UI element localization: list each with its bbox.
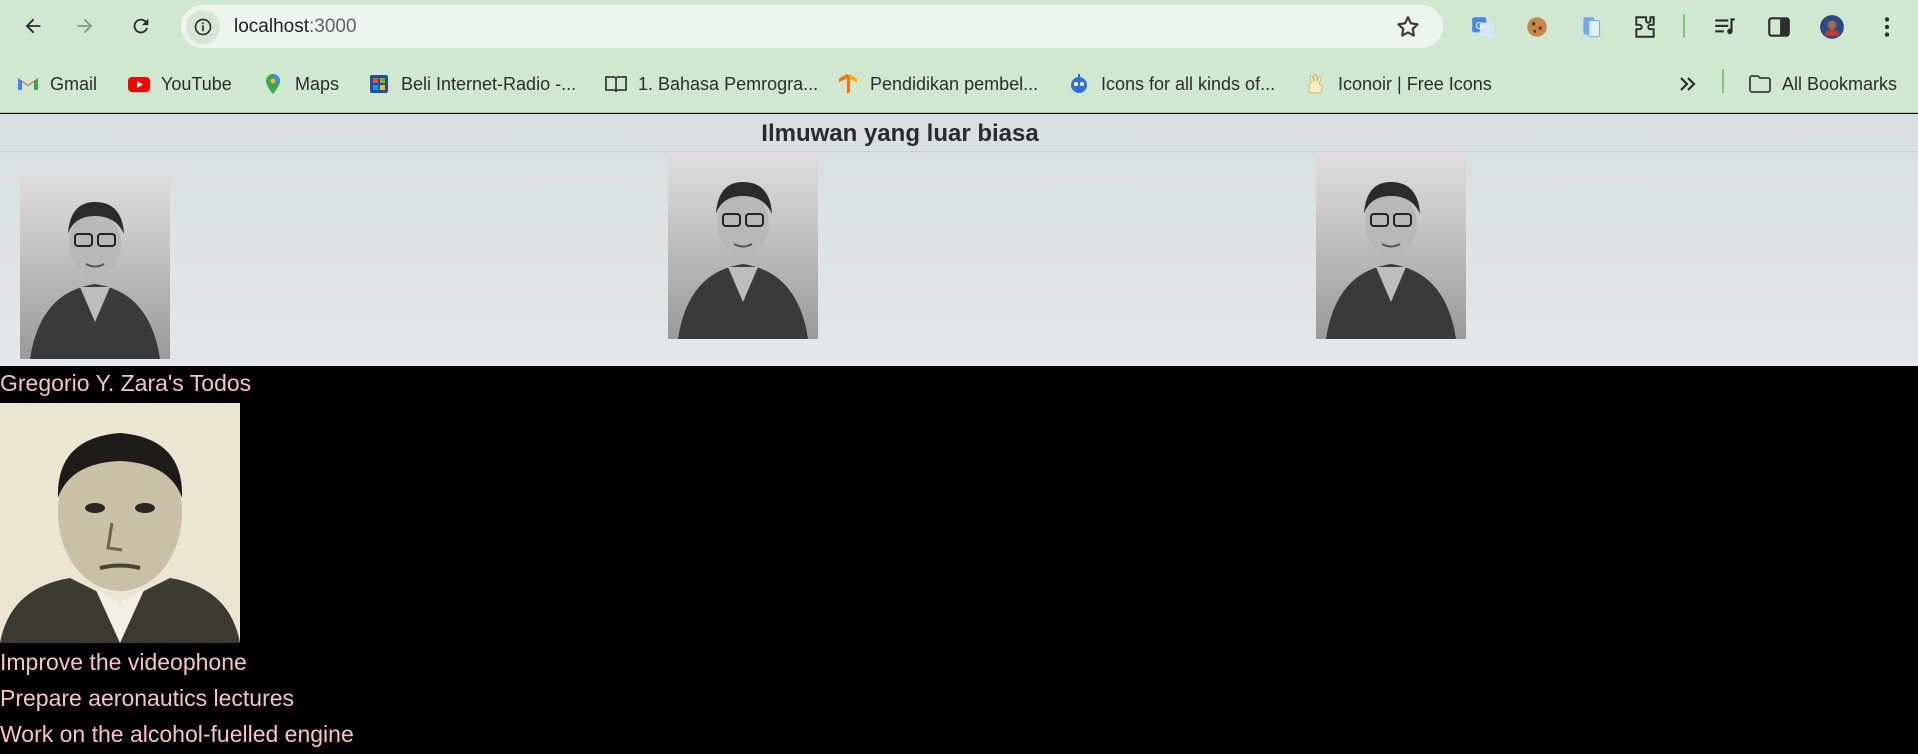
translate-icon: G [1472, 17, 1494, 37]
url-port: :3000 [309, 15, 357, 37]
gallery-section: Ilmuwan yang luar biasa [0, 114, 1918, 366]
all-bookmarks-button[interactable]: All Bookmarks [1748, 69, 1897, 99]
scientist-portrait [668, 152, 818, 339]
url-text: localhost:3000 [234, 16, 357, 38]
site-info-button[interactable] [186, 9, 220, 44]
page-title: Ilmuwan yang luar biasa [761, 120, 1039, 147]
bookmark-radio-store[interactable]: Beli Internet-Radio -... [367, 69, 576, 99]
tensorflow-icon [836, 72, 860, 96]
profile-avatar[interactable] [1817, 12, 1847, 42]
arrow-right-icon [77, 18, 93, 34]
cookie-extension[interactable] [1522, 12, 1552, 42]
avatar-icon [1820, 15, 1844, 39]
double-chevron-right-icon [1676, 72, 1700, 96]
zara-portrait [0, 403, 240, 643]
browser-menu-button[interactable] [1872, 12, 1902, 42]
todos-heading: Gregorio Y. Zara's Todos [0, 370, 252, 396]
bookmark-iconoir[interactable]: Iconoir | Free Icons [1304, 69, 1492, 99]
bookmark-label: YouTube [161, 73, 232, 94]
portrait-image [668, 152, 818, 339]
radio-store-icon [367, 72, 391, 96]
bookmark-label: Maps [295, 73, 340, 94]
extensions-button[interactable] [1630, 12, 1660, 42]
kebab-menu-icon [1884, 17, 1890, 37]
book-icon [604, 72, 628, 96]
bookmark-label: Pendidikan pembel... [870, 73, 1039, 94]
reload-icon [133, 18, 149, 34]
bookmark-star-icon[interactable] [1395, 14, 1421, 40]
title-divider [0, 151, 1918, 152]
bookmark-maps[interactable]: Maps [261, 69, 339, 99]
side-panel-icon [1768, 17, 1790, 37]
list-item: Improve the videophone [0, 649, 247, 675]
portrait-image [1316, 152, 1466, 339]
browser-toolbar: localhost:3000 G [0, 0, 1918, 53]
bookmark-label: 1. Bahasa Pemrogra... [638, 73, 819, 94]
clipboard-extension[interactable] [1577, 12, 1607, 42]
reload-button[interactable] [124, 9, 158, 43]
bookmarks-divider [1722, 69, 1724, 93]
bookmark-label: Iconoir | Free Icons [1338, 73, 1492, 94]
bookmark-label: Gmail [50, 73, 98, 94]
bookmark-icons-for-all[interactable]: Icons for all kinds of... [1067, 69, 1275, 99]
peace-hand-icon [1304, 72, 1328, 96]
media-controls-button[interactable] [1710, 12, 1740, 42]
info-icon [194, 18, 212, 35]
portrait-image [0, 403, 240, 643]
bookmarks-bar: Gmail YouTube Maps Beli Internet-Radio -… [0, 53, 1918, 113]
todo-list: Improve the videophone Prepare aeronauti… [0, 644, 354, 752]
bookmark-label: Beli Internet-Radio -... [401, 73, 577, 94]
toolbar-divider [1683, 14, 1685, 38]
bookmark-bahasa[interactable]: 1. Bahasa Pemrogra... [604, 69, 818, 99]
puzzle-icon [1635, 16, 1655, 38]
bookmark-youtube[interactable]: YouTube [127, 69, 232, 99]
side-panel-button[interactable] [1764, 12, 1794, 42]
bookmark-gmail[interactable]: Gmail [16, 69, 97, 99]
cookie-icon [1527, 17, 1547, 37]
youtube-icon [127, 72, 151, 96]
svg-text:G: G [1475, 21, 1483, 32]
bookmarks-overflow-button[interactable] [1676, 69, 1710, 99]
address-bar[interactable]: localhost:3000 [181, 5, 1443, 48]
url-host: localhost [234, 15, 309, 37]
list-item: Work on the alcohol-fuelled engine [0, 721, 354, 747]
bookmark-pendidikan[interactable]: Pendidikan pembel... [836, 69, 1038, 99]
portrait-image [20, 172, 170, 359]
forward-button[interactable] [68, 9, 102, 43]
maps-icon [261, 72, 285, 96]
all-bookmarks-label: All Bookmarks [1782, 73, 1898, 94]
queue-music-icon [1715, 18, 1735, 35]
arrow-left-icon [25, 18, 41, 34]
todos-section: Gregorio Y. Zara's Todos Improve the vid… [0, 366, 1918, 754]
list-item: Prepare aeronautics lectures [0, 685, 295, 711]
back-button[interactable] [16, 9, 50, 43]
bookmark-label: Icons for all kinds of... [1101, 73, 1276, 94]
scientist-portrait [20, 172, 170, 359]
folder-icon [1748, 72, 1772, 96]
google-translate-extension[interactable]: G [1468, 12, 1498, 42]
clipboard-icon [1583, 17, 1601, 38]
scientist-portrait [1316, 152, 1466, 339]
robot-icon [1067, 72, 1091, 96]
gmail-icon [16, 72, 40, 96]
